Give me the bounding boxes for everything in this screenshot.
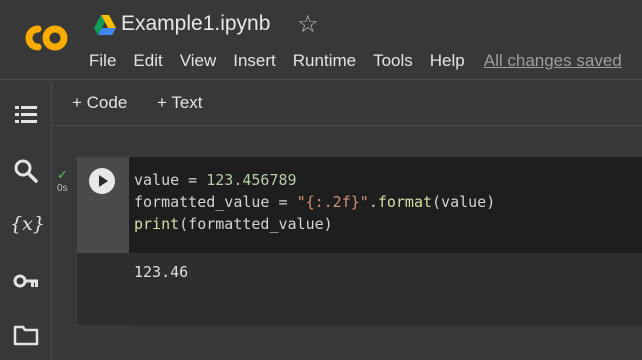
save-status-link[interactable]: All changes saved [484,51,622,73]
colab-logo[interactable] [16,18,72,58]
code-line: formatted_value = "{:.2f}".format(value) [134,193,496,211]
menu-insert[interactable]: Insert [233,51,276,73]
table-of-contents-icon[interactable] [12,101,40,129]
menu-file[interactable]: File [89,51,116,73]
toolbar: + Code + Text [53,81,642,126]
execution-time: 0s [57,183,68,194]
code-editor[interactable]: value = 123.456789 formatted_value = "{:.… [129,157,642,253]
menu-runtime[interactable]: Runtime [293,51,356,73]
menu-edit[interactable]: Edit [133,51,162,73]
code-line: value = 123.456789 [134,171,297,189]
search-icon[interactable] [12,157,40,185]
notebook-title[interactable]: Example1.ipynb [121,12,270,36]
key-icon[interactable] [12,267,40,295]
check-icon: ✓ [57,167,68,182]
star-icon[interactable]: ☆ [297,11,319,39]
header: Example1.ipynb ☆ File Edit View Insert R… [0,0,642,80]
add-text-button[interactable]: + Text [157,93,203,113]
code-cell[interactable]: value = 123.456789 formatted_value = "{:.… [76,156,642,326]
folder-icon[interactable] [12,321,40,349]
run-cell-button[interactable] [89,168,115,194]
menu-view[interactable]: View [180,51,217,73]
code-line: print(formatted_value) [134,215,333,233]
drive-icon[interactable] [94,15,116,35]
variables-icon[interactable]: {x} [10,210,45,238]
cell-gutter [77,157,129,253]
sidebar: {x} [0,81,52,360]
add-code-button[interactable]: + Code [72,93,127,113]
menu-help[interactable]: Help [430,51,465,73]
menu-tools[interactable]: Tools [373,51,413,73]
notebook-area: ✓ 0s value = 123.456789 formatted_value =… [53,127,642,360]
cell-output: 123.46 [129,253,642,326]
menu-bar: File Edit View Insert Runtime Tools Help… [89,51,639,73]
